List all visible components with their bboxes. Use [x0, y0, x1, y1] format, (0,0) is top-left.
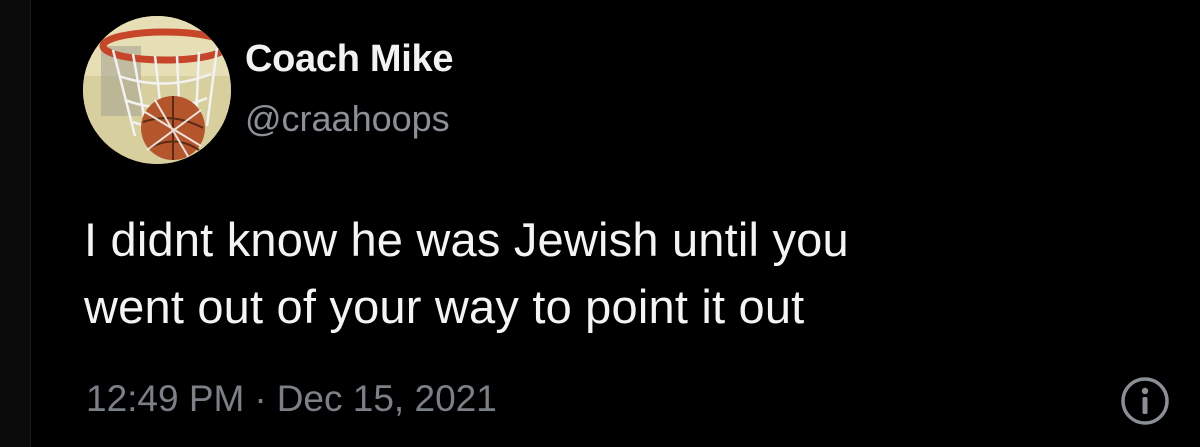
info-button[interactable] [1118, 374, 1172, 428]
tweet-timestamp[interactable]: 12:49 PM · Dec 15, 2021 [86, 376, 497, 422]
display-name[interactable]: Coach Mike [245, 36, 453, 82]
meta-separator: · [254, 378, 267, 419]
tweet-card: Coach Mike @craahoops I didnt know he wa… [0, 0, 1200, 447]
author-block[interactable]: Coach Mike @craahoops [245, 36, 453, 142]
tweet-text: I didnt know he was Jewish until you wen… [84, 206, 1164, 340]
basketball-hoop-icon [83, 16, 231, 164]
info-icon [1121, 377, 1169, 425]
left-edge-divider [0, 0, 31, 447]
tweet-date[interactable]: Dec 15, 2021 [277, 378, 497, 419]
tweet-time[interactable]: 12:49 PM [86, 378, 244, 419]
avatar[interactable] [83, 16, 231, 164]
tweet-text-line: went out of your way to point it out [84, 280, 805, 333]
user-handle[interactable]: @craahoops [245, 96, 453, 142]
tweet-text-line: I didnt know he was Jewish until you [84, 213, 849, 266]
